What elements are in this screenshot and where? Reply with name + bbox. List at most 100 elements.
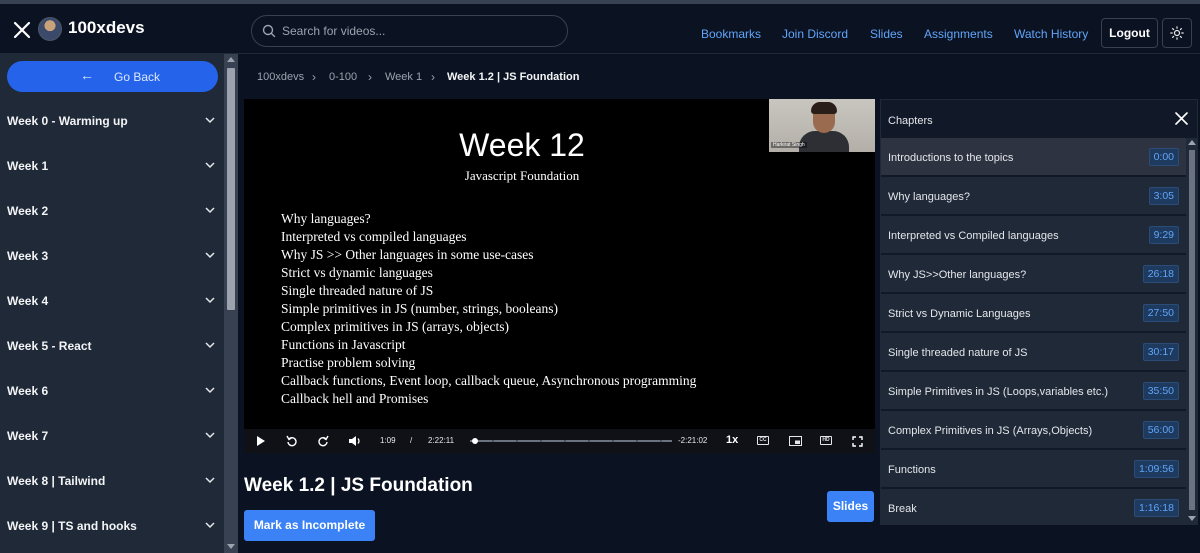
presenter-hair xyxy=(811,102,837,114)
sidebar-week-item[interactable]: Week 3 xyxy=(0,234,224,279)
progress-bar[interactable] xyxy=(470,438,672,444)
rewind-icon[interactable] xyxy=(286,435,298,447)
breadcrumb-item-week[interactable]: Week 1 xyxy=(385,71,422,83)
theme-toggle-button[interactable] xyxy=(1162,18,1192,48)
slide-point: Functions in Javascript xyxy=(281,337,406,352)
close-icon[interactable] xyxy=(12,20,32,40)
picture-in-picture-icon[interactable] xyxy=(789,436,802,446)
volume-icon[interactable] xyxy=(348,435,362,447)
sidebar-week-item[interactable]: Week 9 | TS and hooks xyxy=(0,504,224,549)
chapter-item[interactable]: Why languages? 3:05 xyxy=(881,177,1186,215)
chapters-scrollbar[interactable] xyxy=(1186,138,1197,524)
chapter-timestamp[interactable]: 3:05 xyxy=(1148,187,1179,205)
chapter-timestamp[interactable]: 9:29 xyxy=(1148,226,1179,244)
sidebar-week-item[interactable]: Week 4 xyxy=(0,279,224,324)
nav-slides-link[interactable]: Slides xyxy=(870,27,903,41)
sidebar-scrollbar[interactable] xyxy=(224,54,238,553)
close-icon[interactable] xyxy=(1175,112,1188,125)
chevron-down-icon[interactable] xyxy=(205,162,215,169)
chapter-name: Introductions to the topics xyxy=(888,152,1014,164)
slide-point: Strict vs dynamic languages xyxy=(281,265,433,280)
play-icon[interactable] xyxy=(256,435,266,447)
scroll-up-arrow-icon[interactable] xyxy=(227,57,235,62)
scroll-down-arrow-icon[interactable] xyxy=(1188,516,1196,521)
chevron-down-icon[interactable] xyxy=(205,432,215,439)
time-separator: / xyxy=(410,436,413,445)
mark-as-incomplete-button[interactable]: Mark as Incomplete xyxy=(244,510,375,541)
forward-icon[interactable] xyxy=(317,435,329,447)
logout-button[interactable]: Logout xyxy=(1101,18,1158,48)
chevron-down-icon[interactable] xyxy=(205,522,215,529)
slide-title: Week 12 xyxy=(459,127,585,163)
slides-button[interactable]: Slides xyxy=(827,491,874,522)
chapter-timestamp[interactable]: 35:50 xyxy=(1142,382,1179,400)
chapter-name: Why JS>>Other languages? xyxy=(888,269,1027,281)
sidebar-week-item[interactable]: Week 2 xyxy=(0,189,224,234)
chevron-down-icon[interactable] xyxy=(205,342,215,349)
nav-join-discord-link[interactable]: Join Discord xyxy=(782,27,848,41)
quality-hd-icon[interactable]: HD xyxy=(820,436,832,445)
chapter-item[interactable]: Why JS>>Other languages? 26:18 xyxy=(881,255,1186,293)
chapter-item[interactable]: Simple Primitives in JS (Loops,variables… xyxy=(881,372,1186,410)
chevron-down-icon[interactable] xyxy=(205,477,215,484)
slide-point: Callback hell and Promises xyxy=(281,391,429,406)
captions-icon[interactable]: CC xyxy=(757,436,769,445)
video-player[interactable]: Week 12 Javascript Foundation Why langua… xyxy=(244,99,875,453)
progress-handle[interactable] xyxy=(471,438,478,444)
chapter-timestamp[interactable]: 30:17 xyxy=(1142,343,1179,361)
chapter-item[interactable]: Interpreted vs Compiled languages 9:29 xyxy=(881,216,1186,254)
search-bar[interactable] xyxy=(251,15,568,47)
nav-bookmarks-link[interactable]: Bookmarks xyxy=(701,27,761,41)
sidebar-week-item[interactable]: Week 6 xyxy=(0,369,224,414)
chapter-item[interactable]: Complex Primitives in JS (Arrays,Objects… xyxy=(881,411,1186,449)
chevron-down-icon[interactable] xyxy=(205,297,215,304)
chapter-name: Single threaded nature of JS xyxy=(888,347,1028,359)
search-input[interactable] xyxy=(282,22,552,40)
chevron-right-icon: › xyxy=(312,70,316,84)
chapter-item[interactable]: Strict vs Dynamic Languages 27:50 xyxy=(881,294,1186,332)
slide-point: Why languages? xyxy=(281,211,371,226)
scroll-up-arrow-icon[interactable] xyxy=(1188,140,1196,145)
nav-assignments-link[interactable]: Assignments xyxy=(924,27,993,41)
chapter-item[interactable]: Introductions to the topics 0:00 xyxy=(881,138,1186,176)
breadcrumb-item-course[interactable]: 0-100 xyxy=(329,71,357,83)
sun-icon xyxy=(1170,26,1184,40)
chevron-right-icon: › xyxy=(431,70,435,84)
playback-speed-button[interactable]: 1x xyxy=(726,434,738,446)
chapter-timestamp[interactable]: 1:09:56 xyxy=(1133,460,1179,478)
chevron-down-icon[interactable] xyxy=(205,117,215,124)
sidebar-week-item[interactable]: Week 1 xyxy=(0,144,224,189)
chapters-scroll-thumb[interactable] xyxy=(1189,150,1195,510)
chapter-item[interactable]: Single threaded nature of JS 30:17 xyxy=(881,333,1186,371)
nav-watch-history-link[interactable]: Watch History xyxy=(1014,27,1088,41)
brand-name[interactable]: 100xdevs xyxy=(68,18,145,38)
chevron-down-icon[interactable] xyxy=(205,387,215,394)
chapters-header: Chapters xyxy=(881,100,1197,138)
breadcrumb-item-current: Week 1.2 | JS Foundation xyxy=(447,71,580,83)
chevron-down-icon[interactable] xyxy=(205,252,215,259)
chapters-title: Chapters xyxy=(888,115,933,127)
chapter-timestamp[interactable]: 26:18 xyxy=(1142,265,1179,283)
chapter-name: Why languages? xyxy=(888,191,970,203)
chapter-timestamp[interactable]: 1:16:18 xyxy=(1133,499,1179,517)
sidebar-week-item[interactable]: Week 8 | Tailwind xyxy=(0,459,224,504)
sidebar-week-item[interactable]: Week 0 - Warming up xyxy=(0,99,224,144)
slide-point: Interpreted vs compiled languages xyxy=(281,229,467,244)
top-nav-bar: 100xdevs Bookmarks Join Discord Slides A… xyxy=(0,0,1200,54)
chapter-timestamp[interactable]: 0:00 xyxy=(1148,148,1179,166)
sidebar-week-item[interactable]: Week 5 - React xyxy=(0,324,224,369)
fullscreen-icon[interactable] xyxy=(852,436,863,447)
chevron-down-icon[interactable] xyxy=(205,207,215,214)
slide-point: Callback functions, Event loop, callback… xyxy=(281,373,697,388)
sidebar-scroll-thumb[interactable] xyxy=(227,68,235,310)
sidebar-week-item[interactable]: Week 7 xyxy=(0,414,224,459)
chapter-timestamp[interactable]: 27:50 xyxy=(1142,304,1179,322)
sidebar: ← Go Back Week 0 - Warming up Week 1 Week … xyxy=(0,54,224,553)
sidebar-week-label: Week 9 | TS and hooks xyxy=(7,519,137,533)
scroll-down-arrow-icon[interactable] xyxy=(227,544,235,549)
breadcrumb-item-home[interactable]: 100xdevs xyxy=(257,71,304,83)
chapter-item[interactable]: Functions 1:09:56 xyxy=(881,450,1186,488)
chapter-timestamp[interactable]: 56:00 xyxy=(1142,421,1179,439)
go-back-button[interactable]: ← Go Back xyxy=(7,61,218,92)
chapter-item[interactable]: Break 1:16:18 xyxy=(881,489,1186,524)
